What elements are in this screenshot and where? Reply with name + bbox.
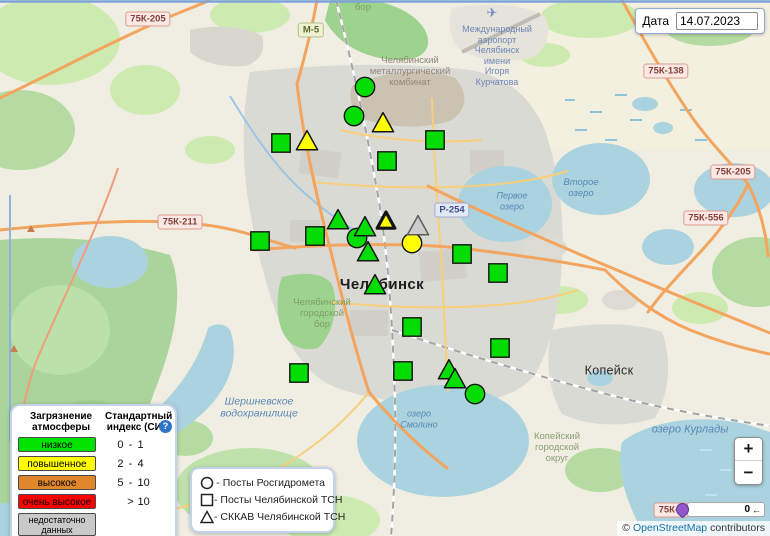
square-outline-icon [200, 493, 214, 507]
marker-square-green[interactable] [488, 263, 508, 283]
marker-square-green[interactable] [271, 133, 291, 153]
marker-square-green[interactable] [305, 226, 325, 246]
legend-row-no-data: недостаточно данных [18, 513, 169, 536]
marker-square-green[interactable] [402, 317, 422, 337]
marker-legend-row-triangle: - СККАВ Челябинской ТСН [200, 509, 325, 525]
marker-legend-label: - Посты Росгидромета [216, 477, 325, 489]
legend-swatch-low: низкое [18, 437, 96, 452]
osm-link[interactable]: OpenStreetMap [633, 522, 707, 534]
measure-arrow-icon: ← [752, 505, 761, 515]
marker-triangle-yellow[interactable] [371, 111, 395, 133]
triangle-outline-icon [200, 510, 214, 524]
airport-icon: ✈ [487, 5, 498, 21]
marker-triangle-gray[interactable] [406, 214, 430, 236]
air-pollution-map-app: ЧелябинскКопейскШершневскоеводохранилище… [0, 0, 770, 536]
info-icon[interactable]: ? [159, 420, 172, 433]
legend-row-low: низкое 0-1 [18, 437, 169, 452]
measure-control[interactable]: 0 ← [676, 502, 765, 517]
marker-square-green[interactable] [250, 231, 270, 251]
marker-legend-label: - СККАВ Челябинской ТСН [214, 511, 345, 523]
zoom-out-button[interactable]: − [735, 461, 762, 484]
legend-row-elevated: повышенное 2-4 [18, 456, 169, 471]
legend-row-very-high: очень высокое >10 [18, 494, 169, 509]
pollution-legend-panel: Загрязнение атмосферы Стандартный индекс… [10, 404, 177, 536]
legend-col2-header: Стандартный индекс (СИ) [105, 411, 167, 433]
attribution-suffix: contributors [710, 522, 765, 534]
legend-col1-header: Загрязнение атмосферы [18, 411, 104, 433]
measure-value: 0 [744, 504, 750, 515]
marker-legend-panel: - Посты Росгидромета - Посты Челябинской… [190, 467, 335, 533]
marker-circle-green[interactable] [354, 76, 376, 98]
marker-triangle-green[interactable] [326, 208, 350, 230]
legend-swatch-very-high: очень высокое [18, 494, 96, 509]
marker-legend-row-square: - Посты Челябинской ТСН [200, 492, 325, 508]
date-label: Дата [642, 14, 669, 28]
legend-swatch-elevated: повышенное [18, 456, 96, 471]
marker-square-green[interactable] [452, 244, 472, 264]
circle-outline-icon [200, 476, 216, 490]
legend-swatch-high: высокое [18, 475, 96, 490]
marker-square-green[interactable] [377, 151, 397, 171]
legend-row-high: высокое 5-10 [18, 475, 169, 490]
map-attribution: © OpenStreetMap contributors [617, 521, 770, 536]
zoom-control: + − [734, 437, 763, 485]
zoom-in-button[interactable]: + [735, 438, 762, 461]
marker-legend-label: - Посты Челябинской ТСН [214, 494, 342, 506]
marker-circle-green[interactable] [464, 383, 486, 405]
marker-legend-row-circle: - Посты Росгидромета [200, 475, 325, 491]
date-control: Дата [635, 8, 765, 34]
legend-swatch-no-data: недостаточно данных [18, 513, 96, 536]
marker-square-green[interactable] [289, 363, 309, 383]
copyright-symbol: © [622, 522, 630, 534]
marker-triangle-yellow[interactable] [374, 209, 398, 231]
marker-triangle-green[interactable] [356, 240, 380, 262]
marker-square-green[interactable] [425, 130, 445, 150]
marker-square-green[interactable] [393, 361, 413, 381]
marker-triangle-green[interactable] [363, 273, 387, 295]
marker-square-green[interactable] [490, 338, 510, 358]
marker-triangle-yellow[interactable] [295, 129, 319, 151]
measure-bar[interactable]: 0 ← [687, 502, 765, 517]
date-input[interactable] [676, 12, 758, 30]
marker-triangle-green[interactable] [443, 367, 467, 389]
marker-circle-green[interactable] [343, 105, 365, 127]
